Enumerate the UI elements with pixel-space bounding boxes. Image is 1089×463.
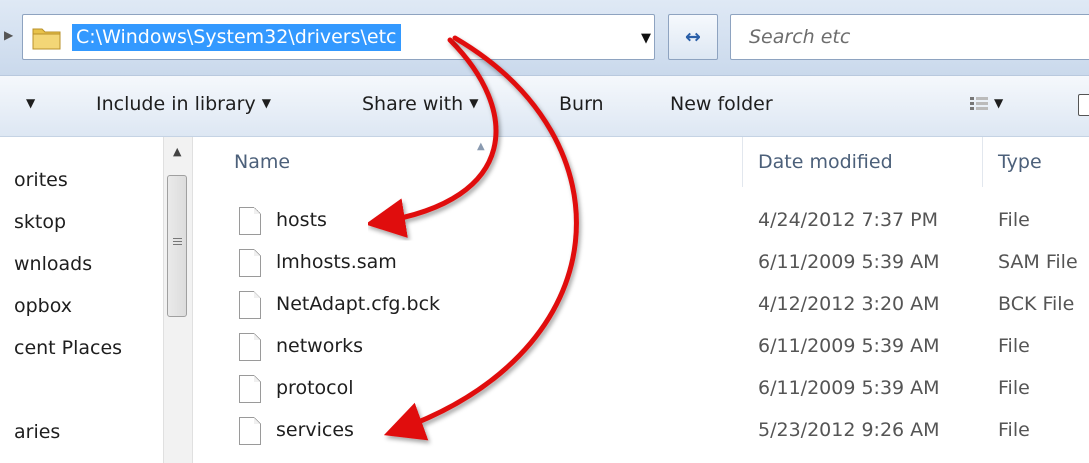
table-row[interactable]: NetAdapt.cfg.bck 4/12/2012 3:20 AM BCK F…: [192, 285, 1089, 327]
scrollbar-thumb[interactable]: [167, 175, 187, 317]
column-header-row: ▲ Name Date modified Type: [192, 137, 1089, 187]
file-type: File: [998, 209, 1030, 231]
chevron-down-icon: ▼: [994, 96, 1004, 110]
column-divider[interactable]: [742, 137, 743, 187]
nav-item-favorites[interactable]: orites: [14, 169, 68, 191]
chevron-down-icon: ▼: [26, 96, 36, 110]
file-type: File: [998, 419, 1030, 441]
file-icon: [239, 333, 261, 361]
file-name: hosts: [276, 209, 327, 231]
search-input[interactable]: [731, 15, 1089, 59]
address-bar-strip: ▶ C:\Windows\System32\drivers\etc ▼ ↔: [0, 0, 1089, 76]
column-divider[interactable]: [982, 137, 983, 187]
nav-item-recent-places[interactable]: cent Places: [14, 337, 122, 359]
file-icon: [239, 291, 261, 319]
table-row[interactable]: services 5/23/2012 9:26 AM File: [192, 411, 1089, 453]
organize-menu-button[interactable]: ▼: [20, 93, 35, 115]
navigation-pane: orites sktop wnloads opbox cent Places a…: [0, 137, 165, 463]
include-in-library-label: Include in library: [96, 93, 256, 115]
address-bar[interactable]: C:\Windows\System32\drivers\etc ▼: [22, 14, 655, 60]
refresh-button[interactable]: ↔: [668, 14, 718, 60]
file-date: 6/11/2009 5:39 AM: [758, 377, 940, 399]
file-name: services: [276, 419, 354, 441]
scroll-up-icon[interactable]: ▲: [173, 145, 181, 158]
views-icon: [970, 97, 988, 110]
file-icon: [239, 249, 261, 277]
column-header-type[interactable]: Type: [998, 151, 1042, 173]
file-name: NetAdapt.cfg.bck: [276, 293, 441, 315]
file-name: networks: [276, 335, 364, 357]
column-header-date-modified[interactable]: Date modified: [758, 151, 893, 173]
change-view-button[interactable]: ▼: [970, 93, 1003, 115]
folder-icon: [32, 28, 61, 50]
table-row[interactable]: hosts 4/24/2012 7:37 PM File: [192, 201, 1089, 243]
file-date: 4/12/2012 3:20 AM: [758, 293, 940, 315]
breadcrumb-back-chevron-icon[interactable]: ▶: [4, 28, 13, 42]
column-header-name[interactable]: Name: [234, 151, 290, 173]
file-type: File: [998, 335, 1030, 357]
file-date: 4/24/2012 7:37 PM: [758, 209, 939, 231]
burn-label: Burn: [559, 93, 604, 115]
preview-pane-icon[interactable]: [1078, 94, 1089, 116]
new-folder-button[interactable]: New folder: [670, 93, 773, 115]
table-row[interactable]: lmhosts.sam 6/11/2009 5:39 AM SAM File: [192, 243, 1089, 285]
file-list: ▲ Name Date modified Type hosts 4/24/201…: [192, 137, 1089, 463]
file-type: File: [998, 377, 1030, 399]
share-with-button[interactable]: Share with ▼: [362, 93, 478, 115]
search-box[interactable]: [730, 14, 1089, 60]
nav-scrollbar[interactable]: ▲: [163, 137, 193, 463]
address-path-text[interactable]: C:\Windows\System32\drivers\etc: [72, 24, 401, 51]
file-name: lmhosts.sam: [276, 251, 397, 273]
nav-item-downloads[interactable]: wnloads: [14, 253, 92, 275]
file-date: 6/11/2009 5:39 AM: [758, 335, 940, 357]
chevron-down-icon: ▼: [469, 96, 479, 110]
file-icon: [239, 375, 261, 403]
burn-button[interactable]: Burn: [559, 93, 604, 115]
file-date: 5/23/2012 9:26 AM: [758, 419, 940, 441]
address-dropdown-icon[interactable]: ▼: [641, 31, 651, 46]
file-name: protocol: [276, 377, 354, 399]
scrollbar-grip: [173, 238, 182, 247]
nav-item-desktop[interactable]: sktop: [14, 211, 66, 233]
file-date: 6/11/2009 5:39 AM: [758, 251, 940, 273]
table-row[interactable]: networks 6/11/2009 5:39 AM File: [192, 327, 1089, 369]
include-in-library-button[interactable]: Include in library ▼: [96, 93, 271, 115]
command-bar: ▼ Include in library ▼ Share with ▼ Burn N…: [0, 76, 1089, 137]
nav-item-libraries[interactable]: aries: [14, 421, 60, 443]
nav-item-dropbox[interactable]: opbox: [14, 295, 72, 317]
file-type: BCK File: [998, 293, 1075, 315]
sort-arrow-icon: ▲: [477, 141, 485, 152]
file-icon: [239, 417, 261, 445]
share-with-label: Share with: [362, 93, 464, 115]
file-type: SAM File: [998, 251, 1078, 273]
table-row[interactable]: protocol 6/11/2009 5:39 AM File: [192, 369, 1089, 411]
file-icon: [239, 207, 261, 235]
chevron-down-icon: ▼: [261, 96, 271, 110]
new-folder-label: New folder: [670, 93, 773, 115]
refresh-icon: ↔: [685, 26, 701, 48]
